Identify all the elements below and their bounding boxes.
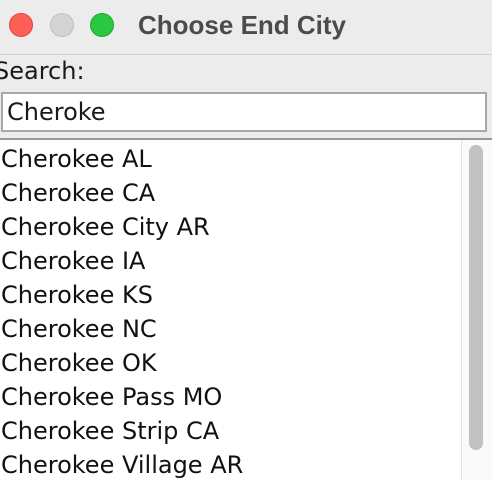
city-list-item[interactable]: Cherokee Village AR: [0, 448, 461, 480]
window-title: Choose End City: [138, 10, 347, 40]
city-list-item[interactable]: Cherokee Pass MO: [0, 380, 461, 414]
city-list-item[interactable]: Cherokee NC: [0, 312, 461, 346]
city-list-item[interactable]: Cherokee CA: [0, 176, 461, 210]
city-list-item[interactable]: Cherokee IA: [0, 244, 461, 278]
city-list-item[interactable]: Cherokee KS: [0, 278, 461, 312]
vertical-scrollbar[interactable]: [461, 140, 492, 480]
city-results-list[interactable]: Cherokee AL Cherokee CA Cherokee City AR…: [0, 140, 461, 480]
search-label: Search:: [0, 57, 85, 85]
scrollbar-thumb[interactable]: [469, 145, 483, 450]
city-list-item[interactable]: Cherokee Strip CA: [0, 414, 461, 448]
city-list-item[interactable]: Cherokee AL: [0, 142, 461, 176]
minimize-window-button: [50, 13, 74, 37]
city-list-item[interactable]: Cherokee City AR: [0, 210, 461, 244]
search-input[interactable]: [1, 92, 487, 132]
city-list-item[interactable]: Cherokee OK: [0, 346, 461, 380]
maximize-window-button[interactable]: [90, 13, 114, 37]
title-bar: Choose End City: [0, 0, 492, 55]
close-window-button[interactable]: [9, 13, 33, 37]
